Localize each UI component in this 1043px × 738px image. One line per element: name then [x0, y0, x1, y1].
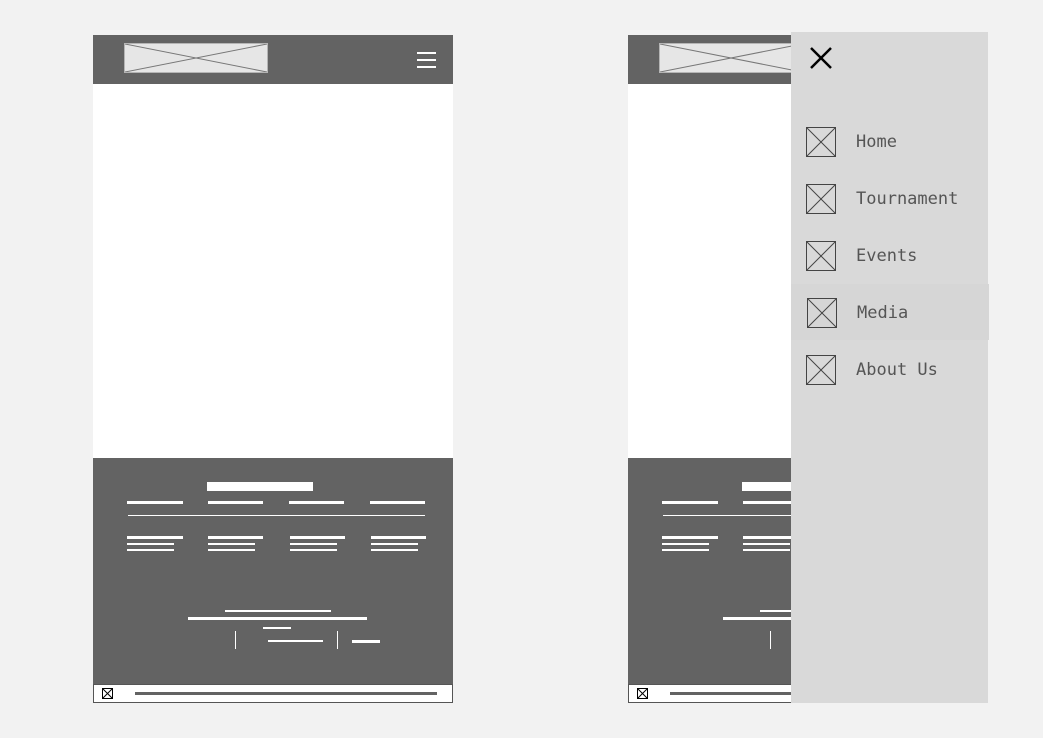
bottom-bar [93, 684, 453, 703]
footer-link-placeholder[interactable] [743, 501, 798, 504]
nav-item-label: About Us [856, 360, 938, 380]
logo-placeholder[interactable] [659, 43, 803, 73]
nav-item-media[interactable]: Media [791, 284, 989, 340]
nav-item-label: Media [857, 303, 909, 323]
footer-text-placeholder [290, 543, 337, 545]
site-header [93, 35, 453, 84]
footer-text-placeholder [263, 627, 291, 629]
nav-item-about-us[interactable]: About Us [791, 355, 988, 395]
footer-link-placeholder[interactable] [289, 501, 344, 504]
image-placeholder-icon [806, 184, 836, 214]
footer-link-placeholder[interactable] [268, 640, 323, 642]
image-placeholder-icon [806, 127, 836, 157]
footer-text-placeholder [127, 543, 174, 545]
footer-title-placeholder [207, 482, 313, 491]
nav-item-label: Events [856, 246, 918, 266]
nav-item-events[interactable]: Events [791, 241, 988, 281]
footer-text-placeholder [188, 617, 367, 620]
footer-text-placeholder [208, 543, 255, 545]
footer-text-placeholder [208, 536, 263, 539]
footer-divider [337, 631, 338, 649]
nav-item-tournament[interactable]: Tournament [791, 184, 988, 224]
footer-text-placeholder [662, 549, 709, 551]
footer-text-placeholder [208, 549, 255, 551]
footer-text-placeholder [743, 536, 798, 539]
footer-link-placeholder[interactable] [208, 501, 263, 504]
footer-text-placeholder [290, 549, 337, 551]
nav-item-label: Tournament [856, 189, 959, 209]
footer-link-placeholder[interactable] [352, 640, 380, 643]
image-placeholder-icon [102, 688, 113, 699]
footer-text-placeholder [290, 536, 345, 539]
logo-placeholder[interactable] [124, 43, 268, 73]
image-placeholder-icon [125, 44, 267, 72]
footer-divider [770, 631, 771, 649]
footer-divider [235, 631, 236, 649]
navigation-drawer: Home Tournament Events Media About Us [791, 32, 989, 703]
footer-link-placeholder[interactable] [662, 501, 718, 504]
close-icon[interactable] [807, 44, 835, 72]
site-footer [93, 458, 453, 684]
hamburger-menu-icon[interactable] [417, 52, 439, 68]
nav-item-label: Home [856, 132, 897, 152]
image-placeholder-icon [660, 44, 802, 72]
hero-content-area [93, 84, 453, 458]
nav-item-home[interactable]: Home [791, 127, 988, 167]
footer-text-placeholder [127, 549, 174, 551]
footer-text-placeholder [743, 543, 790, 545]
footer-link-placeholder[interactable] [127, 501, 183, 504]
mobile-wireframe-closed [93, 35, 453, 703]
image-placeholder-icon [806, 355, 836, 385]
footer-text-placeholder [371, 536, 426, 539]
footer-text-placeholder [225, 610, 331, 612]
footer-text-placeholder [743, 549, 790, 551]
footer-link-placeholder[interactable] [370, 501, 425, 504]
bottom-bar-track [135, 692, 437, 695]
footer-divider [128, 515, 425, 516]
footer-text-placeholder [371, 543, 418, 545]
image-placeholder-icon [637, 688, 648, 699]
footer-text-placeholder [371, 549, 418, 551]
image-placeholder-icon [807, 298, 837, 328]
image-placeholder-icon [806, 241, 836, 271]
footer-text-placeholder [662, 536, 718, 539]
footer-text-placeholder [127, 536, 183, 539]
footer-text-placeholder [662, 543, 709, 545]
